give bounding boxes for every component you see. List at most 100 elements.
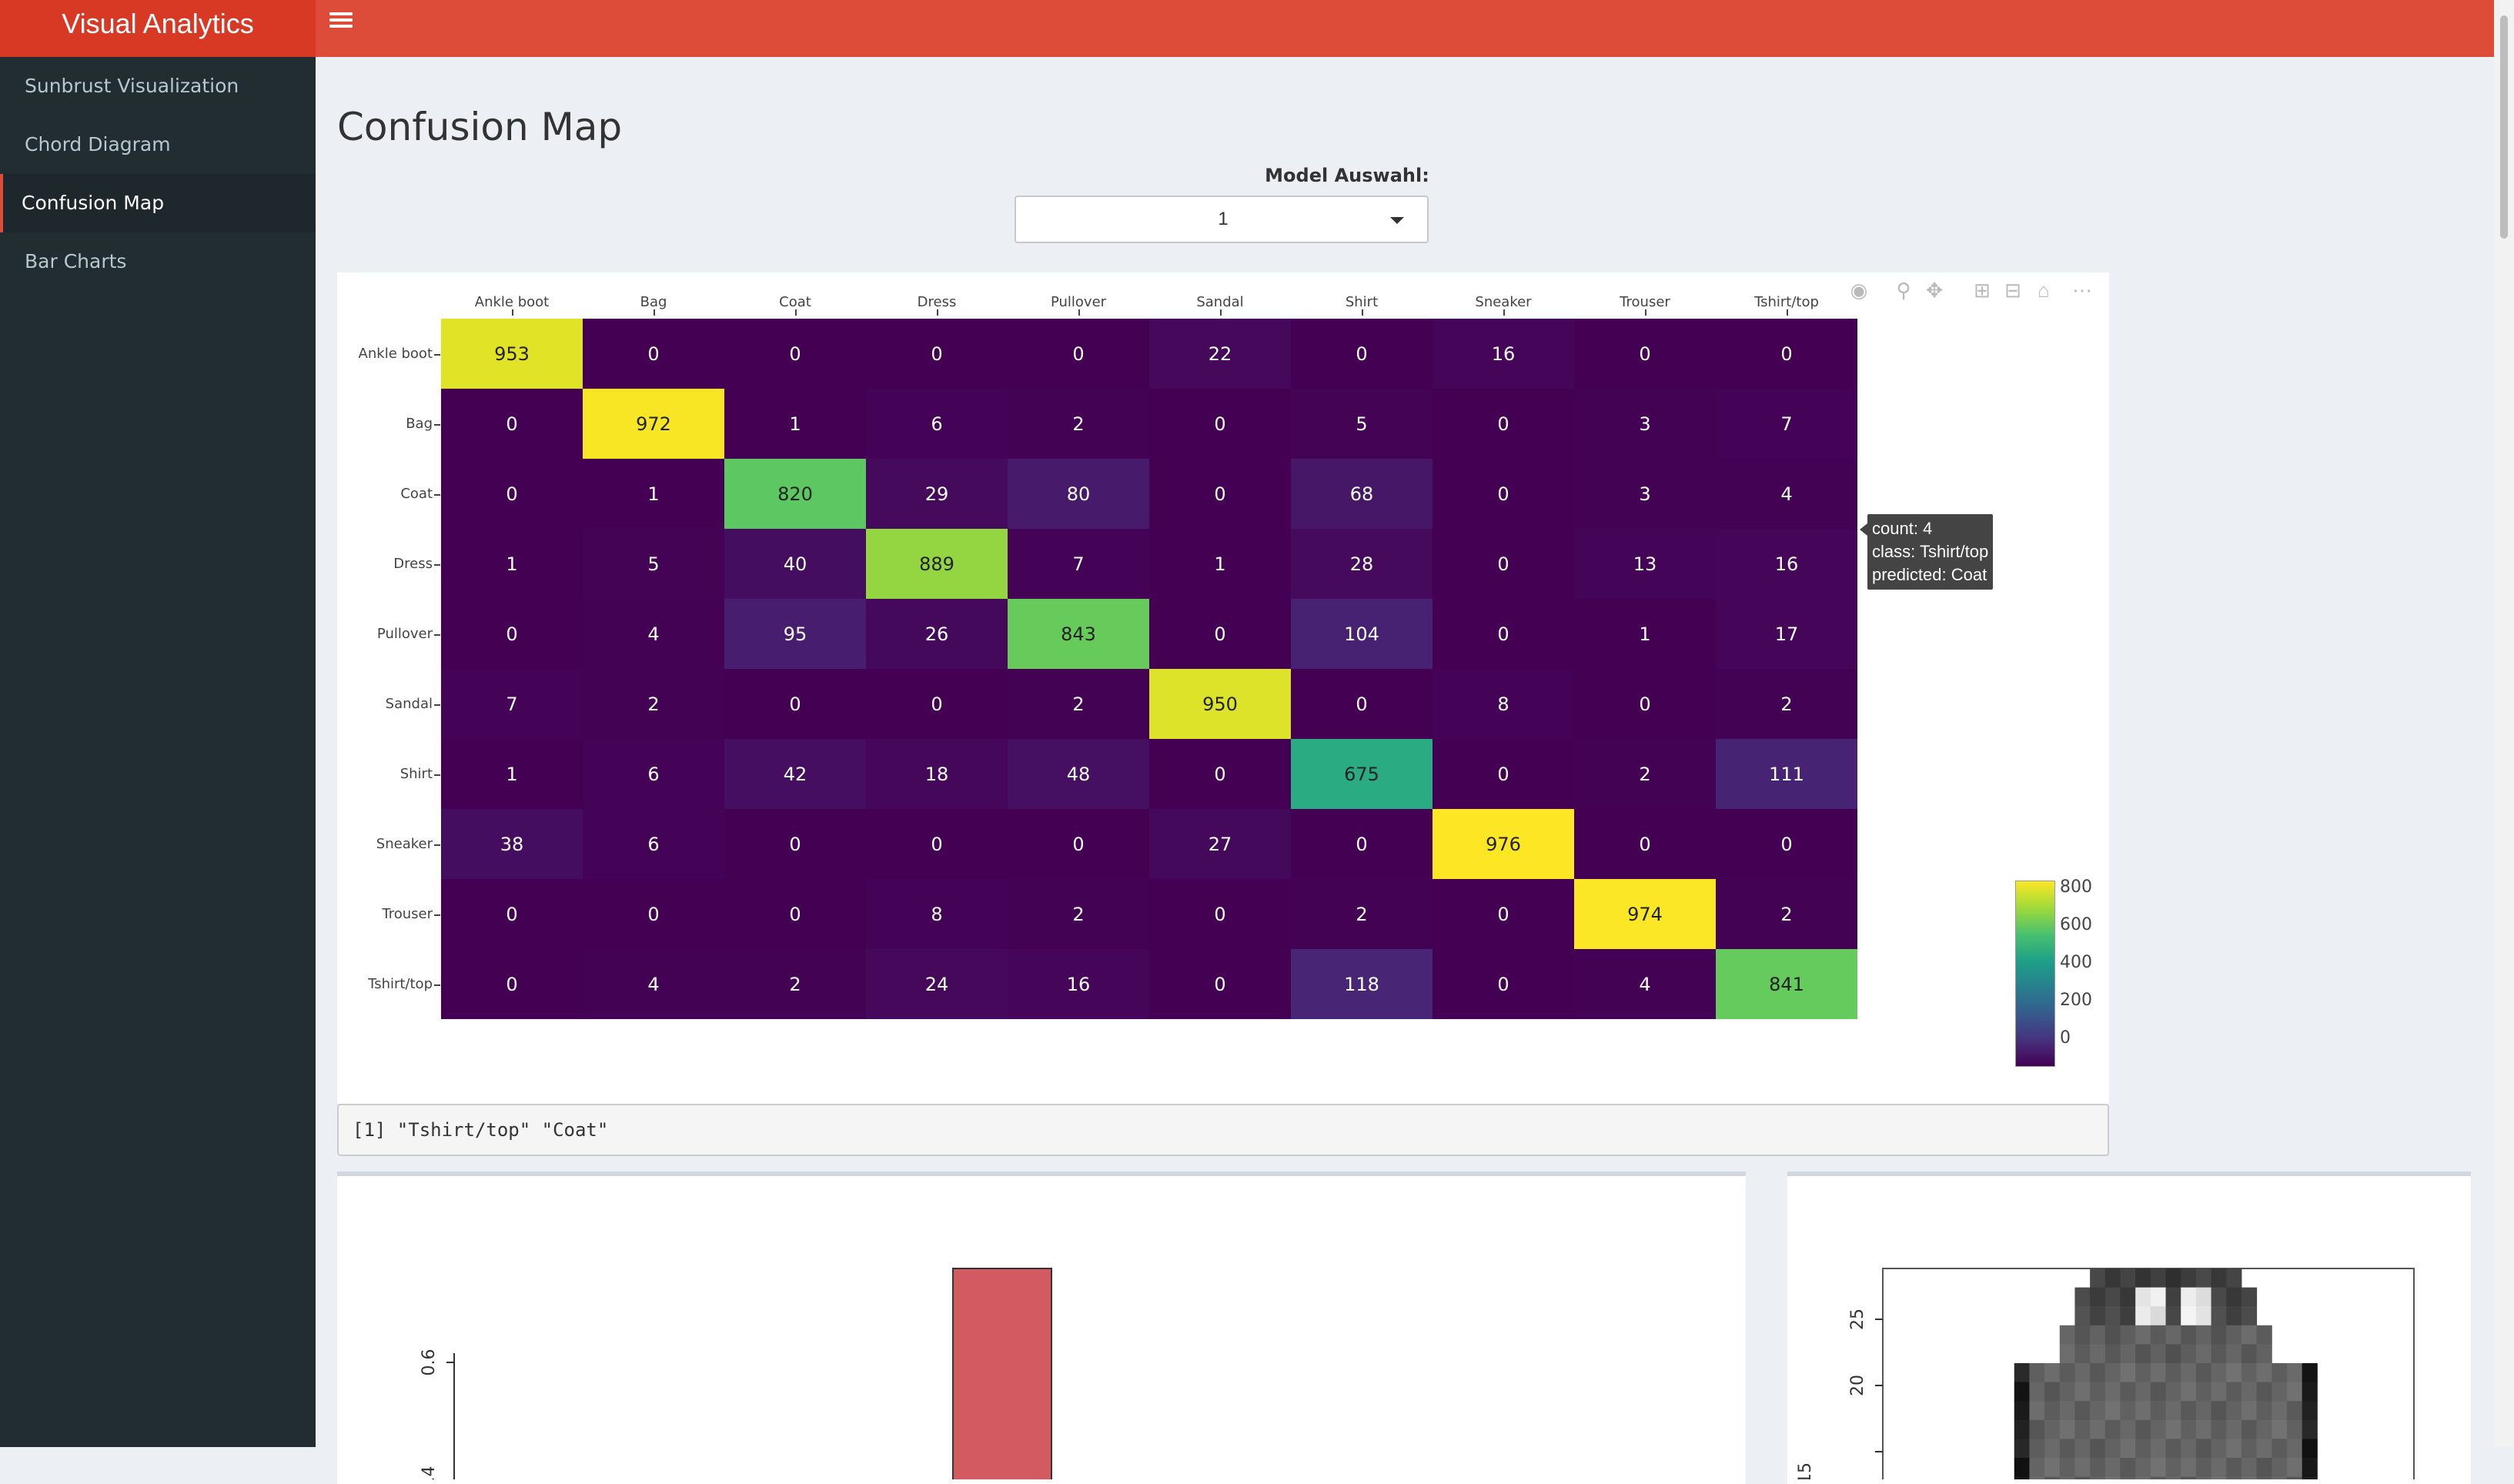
heatmap-cell[interactable]: 0 — [1716, 809, 1857, 879]
sidebar-item-chord-diagram[interactable]: Chord Diagram — [0, 115, 316, 174]
sidebar-toggle-icon[interactable] — [329, 9, 353, 32]
zoom-out-icon[interactable]: ⊟ — [2001, 279, 2024, 302]
heatmap-cell[interactable]: 1 — [583, 459, 724, 529]
zoom-icon[interactable]: ⚲ — [1892, 279, 1915, 302]
heatmap-cell[interactable]: 0 — [441, 459, 583, 529]
heatmap-cell[interactable]: 0 — [1433, 879, 1574, 949]
heatmap-cell[interactable]: 8 — [1433, 669, 1574, 739]
model-select[interactable]: 1 — [1015, 196, 1429, 243]
heatmap-cell[interactable]: 2 — [583, 669, 724, 739]
heatmap-cell[interactable]: 5 — [1291, 389, 1433, 459]
heatmap-cell[interactable]: 8 — [866, 879, 1008, 949]
home-icon[interactable]: ⌂ — [2032, 279, 2055, 302]
heatmap-cell[interactable]: 0 — [1008, 319, 1149, 389]
heatmap-cell[interactable]: 2 — [1008, 879, 1149, 949]
heatmap-cell[interactable]: 3 — [1574, 389, 1716, 459]
heatmap-cell[interactable]: 2 — [1291, 879, 1433, 949]
hover-compare-icon[interactable]: ⋯ — [2071, 279, 2094, 302]
heatmap-cell[interactable]: 29 — [866, 459, 1008, 529]
heatmap-cell[interactable]: 18 — [866, 739, 1008, 809]
sidebar-item-sunburst[interactable]: Sunbrust Visualization — [0, 57, 316, 115]
heatmap-cell[interactable]: 1 — [441, 529, 583, 599]
heatmap-cell[interactable]: 972 — [583, 389, 724, 459]
heatmap-cell[interactable]: 22 — [1149, 319, 1291, 389]
heatmap-cell[interactable]: 80 — [1008, 459, 1149, 529]
heatmap-cell[interactable]: 4 — [583, 599, 724, 669]
heatmap-cell[interactable]: 4 — [1716, 459, 1857, 529]
heatmap-cell[interactable]: 26 — [866, 599, 1008, 669]
heatmap-cell[interactable]: 0 — [866, 809, 1008, 879]
heatmap-cell[interactable]: 0 — [1716, 319, 1857, 389]
heatmap-cell[interactable]: 0 — [583, 879, 724, 949]
heatmap-cell[interactable]: 24 — [866, 949, 1008, 1019]
zoom-in-icon[interactable]: ⊞ — [1971, 279, 1994, 302]
heatmap-cell[interactable]: 0 — [866, 669, 1008, 739]
heatmap-cell[interactable]: 2 — [724, 949, 866, 1019]
heatmap-cell[interactable]: 0 — [441, 599, 583, 669]
heatmap-cell[interactable]: 1 — [1149, 529, 1291, 599]
heatmap-cell[interactable]: 0 — [1433, 389, 1574, 459]
heatmap-cell[interactable]: 953 — [441, 319, 583, 389]
heatmap-cell[interactable]: 1 — [724, 389, 866, 459]
heatmap-cell[interactable]: 68 — [1291, 459, 1433, 529]
heatmap-cell[interactable]: 2 — [1574, 739, 1716, 809]
heatmap-cell[interactable]: 950 — [1149, 669, 1291, 739]
heatmap-cell[interactable]: 0 — [866, 319, 1008, 389]
heatmap-cell[interactable]: 0 — [1149, 879, 1291, 949]
heatmap-cell[interactable]: 42 — [724, 739, 866, 809]
heatmap-cell[interactable]: 4 — [583, 949, 724, 1019]
heatmap-cell[interactable]: 1 — [441, 739, 583, 809]
heatmap-cell[interactable]: 0 — [1433, 949, 1574, 1019]
heatmap-cell[interactable]: 95 — [724, 599, 866, 669]
heatmap-cell[interactable]: 889 — [866, 529, 1008, 599]
heatmap-cell[interactable]: 0 — [1433, 529, 1574, 599]
heatmap-cell[interactable]: 0 — [1291, 669, 1433, 739]
heatmap-cell[interactable]: 6 — [866, 389, 1008, 459]
heatmap-cell[interactable]: 0 — [1433, 459, 1574, 529]
heatmap-cell[interactable]: 16 — [1008, 949, 1149, 1019]
heatmap-cell[interactable]: 0 — [1291, 809, 1433, 879]
heatmap-cell[interactable]: 16 — [1433, 319, 1574, 389]
pan-icon[interactable]: ✥ — [1923, 279, 1946, 302]
heatmap-cell[interactable]: 7 — [1716, 389, 1857, 459]
sidebar-item-confusion-map[interactable]: Confusion Map — [0, 174, 316, 232]
heatmap-cell[interactable]: 5 — [583, 529, 724, 599]
heatmap-cell[interactable]: 0 — [724, 669, 866, 739]
heatmap-cell[interactable]: 2 — [1716, 669, 1857, 739]
heatmap-cell[interactable]: 0 — [441, 879, 583, 949]
heatmap-cell[interactable]: 28 — [1291, 529, 1433, 599]
heatmap-cell[interactable]: 0 — [441, 949, 583, 1019]
page-scrollbar[interactable] — [2494, 0, 2514, 1447]
heatmap-cell[interactable]: 974 — [1574, 879, 1716, 949]
heatmap-cell[interactable]: 38 — [441, 809, 583, 879]
heatmap-cell[interactable]: 27 — [1149, 809, 1291, 879]
heatmap-cell[interactable]: 4 — [1574, 949, 1716, 1019]
heatmap-cell[interactable]: 841 — [1716, 949, 1857, 1019]
heatmap-cell[interactable]: 0 — [1291, 319, 1433, 389]
heatmap-cell[interactable]: 0 — [583, 319, 724, 389]
heatmap-cell[interactable]: 16 — [1716, 529, 1857, 599]
heatmap-cell[interactable]: 0 — [1433, 739, 1574, 809]
heatmap-cell[interactable]: 3 — [1574, 459, 1716, 529]
heatmap-cell[interactable]: 17 — [1716, 599, 1857, 669]
heatmap-cell[interactable]: 0 — [1149, 459, 1291, 529]
heatmap-cell[interactable]: 7 — [441, 669, 583, 739]
heatmap-cell[interactable]: 675 — [1291, 739, 1433, 809]
heatmap-cell[interactable]: 0 — [724, 809, 866, 879]
heatmap-cell[interactable]: 2 — [1008, 389, 1149, 459]
app-brand[interactable]: Visual Analytics — [0, 0, 316, 57]
heatmap-cell[interactable]: 0 — [1149, 389, 1291, 459]
sidebar-item-bar-charts[interactable]: Bar Charts — [0, 232, 316, 291]
heatmap-cell[interactable]: 111 — [1716, 739, 1857, 809]
heatmap-cell[interactable]: 2 — [1008, 669, 1149, 739]
heatmap-cell[interactable]: 0 — [724, 319, 866, 389]
heatmap-cell[interactable]: 0 — [1149, 599, 1291, 669]
heatmap-cell[interactable]: 13 — [1574, 529, 1716, 599]
heatmap-cell[interactable]: 0 — [724, 879, 866, 949]
heatmap-cell[interactable]: 976 — [1433, 809, 1574, 879]
heatmap-cell[interactable]: 0 — [1433, 599, 1574, 669]
heatmap-cell[interactable]: 820 — [724, 459, 866, 529]
heatmap-cell[interactable]: 843 — [1008, 599, 1149, 669]
heatmap-cell[interactable]: 1 — [1574, 599, 1716, 669]
heatmap-cell[interactable]: 0 — [1149, 949, 1291, 1019]
